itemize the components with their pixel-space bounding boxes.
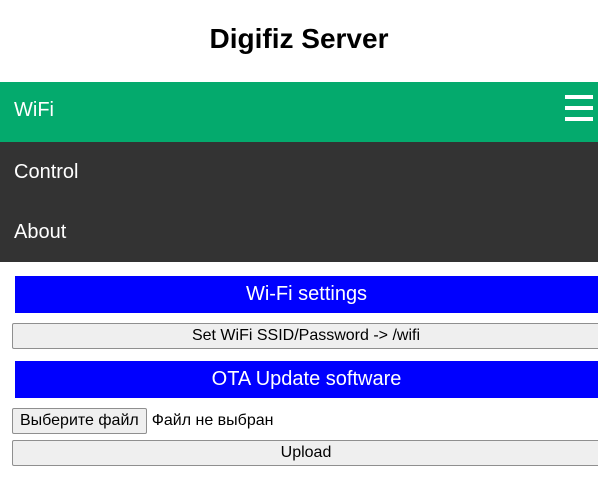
- upload-button[interactable]: Upload: [12, 440, 598, 466]
- page: Digifiz Server WiFi Control About Wi-Fi …: [0, 0, 598, 478]
- hamburger-menu-icon[interactable]: [565, 95, 593, 123]
- set-wifi-button[interactable]: Set WiFi SSID/Password -> /wifi: [12, 323, 598, 349]
- file-picker: Выберите файл Файл не выбран: [12, 408, 273, 434]
- page-title: Digifiz Server: [209, 23, 389, 54]
- file-status-text: Файл не выбран: [151, 412, 274, 429]
- nav-item-about[interactable]: About: [0, 202, 598, 262]
- top-navigation: WiFi Control About: [0, 82, 598, 262]
- choose-file-button[interactable]: Выберите файл: [12, 408, 147, 434]
- ota-update-heading: OTA Update software: [15, 361, 598, 398]
- nav-item-wifi[interactable]: WiFi: [0, 82, 598, 142]
- nav-item-wifi-label: WiFi: [14, 99, 54, 121]
- wifi-settings-heading: Wi-Fi settings: [15, 276, 598, 313]
- nav-item-control[interactable]: Control: [0, 142, 598, 202]
